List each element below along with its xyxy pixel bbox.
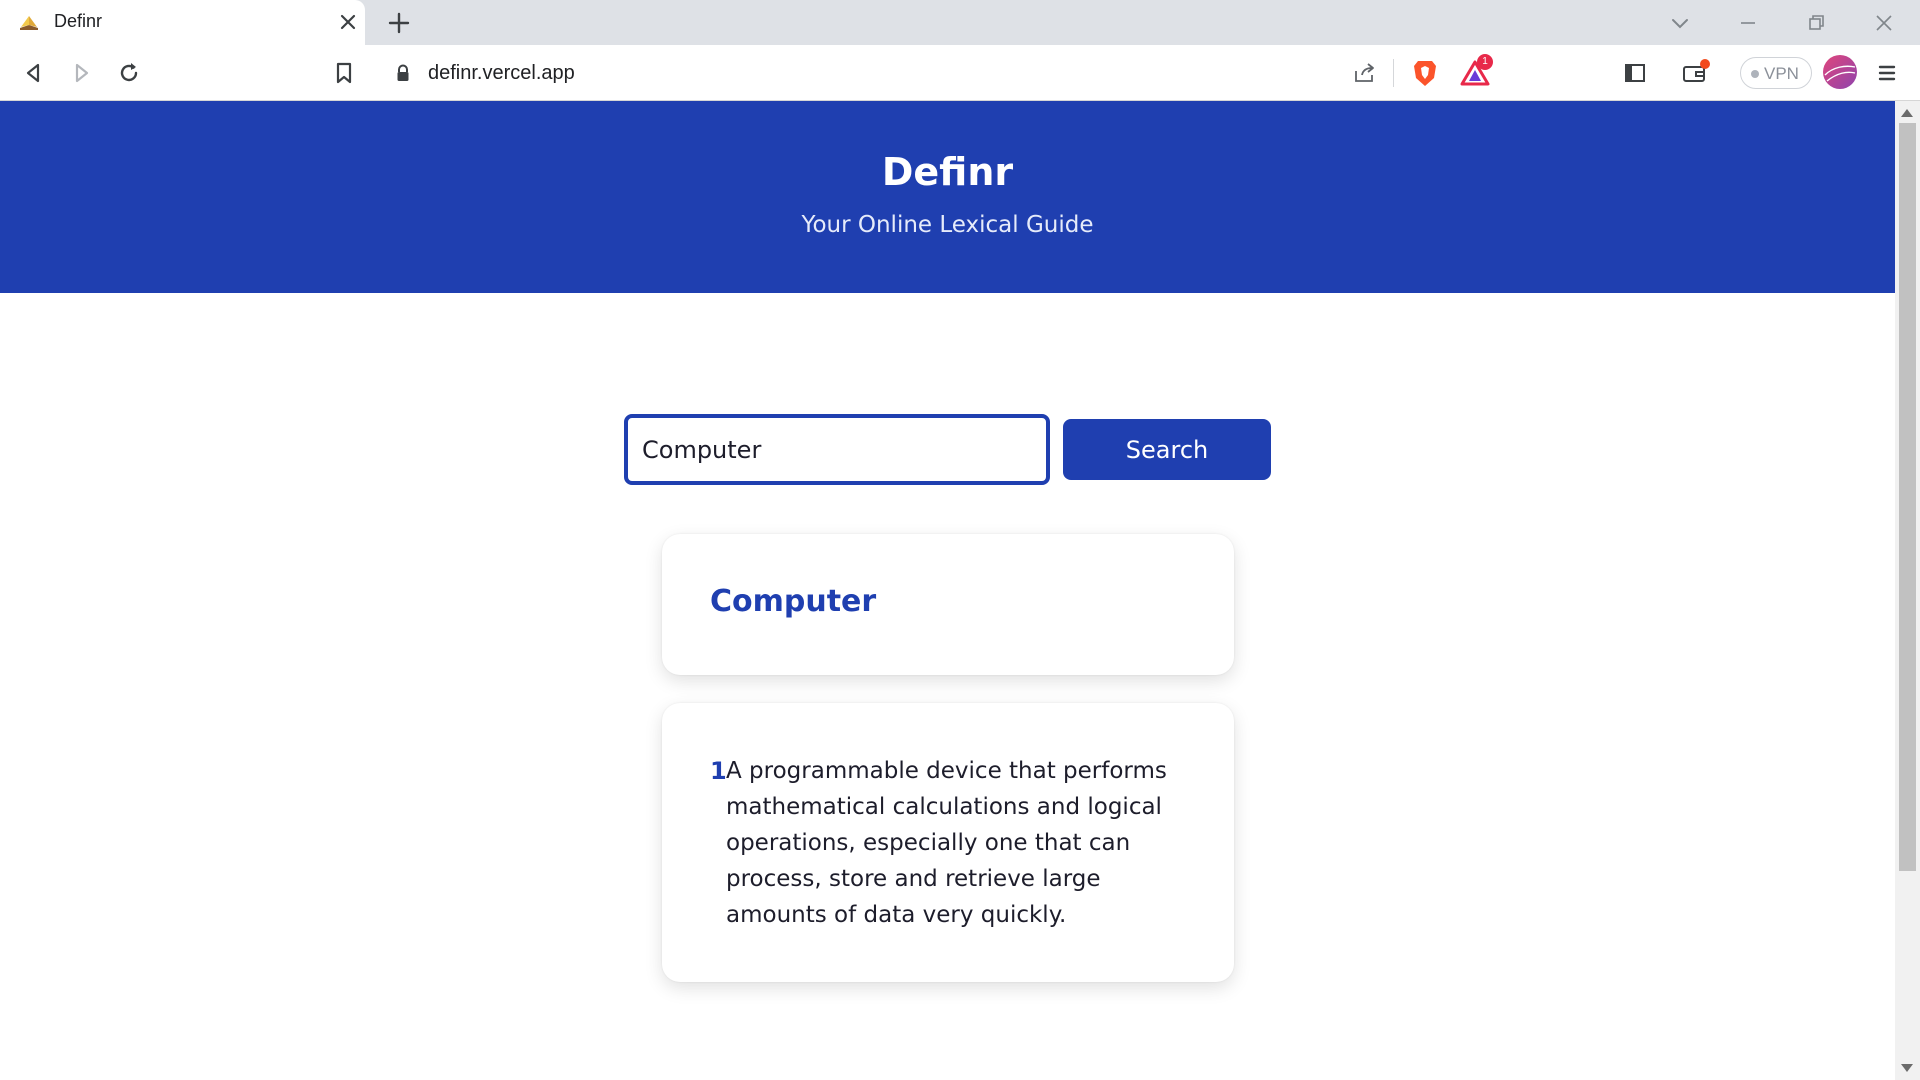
wallet-icon[interactable] xyxy=(1680,58,1710,88)
rewards-badge: 1 xyxy=(1477,54,1493,70)
browser-toolbar: definr.vercel.app 1 VPN xyxy=(0,45,1920,101)
close-tab-icon[interactable] xyxy=(336,10,360,34)
tab-title: Definr xyxy=(54,11,103,31)
back-icon[interactable] xyxy=(19,58,49,88)
browser-tab[interactable]: Definr xyxy=(0,0,365,45)
minimize-icon[interactable] xyxy=(1734,9,1762,37)
profile-avatar[interactable] xyxy=(1823,55,1857,89)
definition-number: 1 xyxy=(710,757,727,785)
scroll-up-arrow-icon[interactable] xyxy=(1901,109,1913,117)
page-scrollbar[interactable] xyxy=(1895,101,1920,1080)
scroll-thumb[interactable] xyxy=(1899,123,1916,871)
word-card: Computer xyxy=(662,534,1234,675)
sidebar-icon[interactable] xyxy=(1620,58,1650,88)
search-input[interactable] xyxy=(624,414,1050,485)
vpn-status-dot xyxy=(1751,70,1759,78)
divider xyxy=(1393,59,1394,87)
definition-card: 1 A programmable device that performs ma… xyxy=(662,703,1234,982)
site-header: Definr Your Online Lexical Guide xyxy=(0,101,1895,293)
search-button[interactable]: Search xyxy=(1063,419,1271,480)
menu-icon[interactable] xyxy=(1872,58,1902,88)
new-tab-icon[interactable] xyxy=(385,9,413,37)
url-text: definr.vercel.app xyxy=(428,62,575,84)
brave-shields-icon[interactable] xyxy=(1411,58,1439,88)
tab-strip: Definr xyxy=(0,0,1920,45)
scroll-down-arrow-icon[interactable] xyxy=(1901,1064,1913,1072)
vpn-label: VPN xyxy=(1764,64,1799,83)
restore-icon[interactable] xyxy=(1802,9,1830,37)
avatar-globe-icon xyxy=(1824,65,1856,82)
share-icon[interactable] xyxy=(1352,61,1378,85)
reload-icon[interactable] xyxy=(114,58,144,88)
forward-icon[interactable] xyxy=(66,58,96,88)
definition-text: A programmable device that performs math… xyxy=(726,758,1167,928)
bookmark-icon[interactable] xyxy=(329,58,359,88)
vpn-button[interactable]: VPN xyxy=(1740,57,1812,89)
tab-search-chevron-icon[interactable] xyxy=(1666,9,1694,37)
result-word: Computer xyxy=(710,584,877,619)
page-viewport: Definr Your Online Lexical Guide Search … xyxy=(0,101,1895,1080)
site-subtitle: Your Online Lexical Guide xyxy=(801,212,1094,238)
lock-icon[interactable] xyxy=(395,64,411,82)
address-bar[interactable]: definr.vercel.app 1 xyxy=(378,53,1503,93)
close-window-icon[interactable] xyxy=(1870,9,1898,37)
book-favicon-icon xyxy=(20,16,38,30)
site-title: Definr xyxy=(881,150,1014,194)
